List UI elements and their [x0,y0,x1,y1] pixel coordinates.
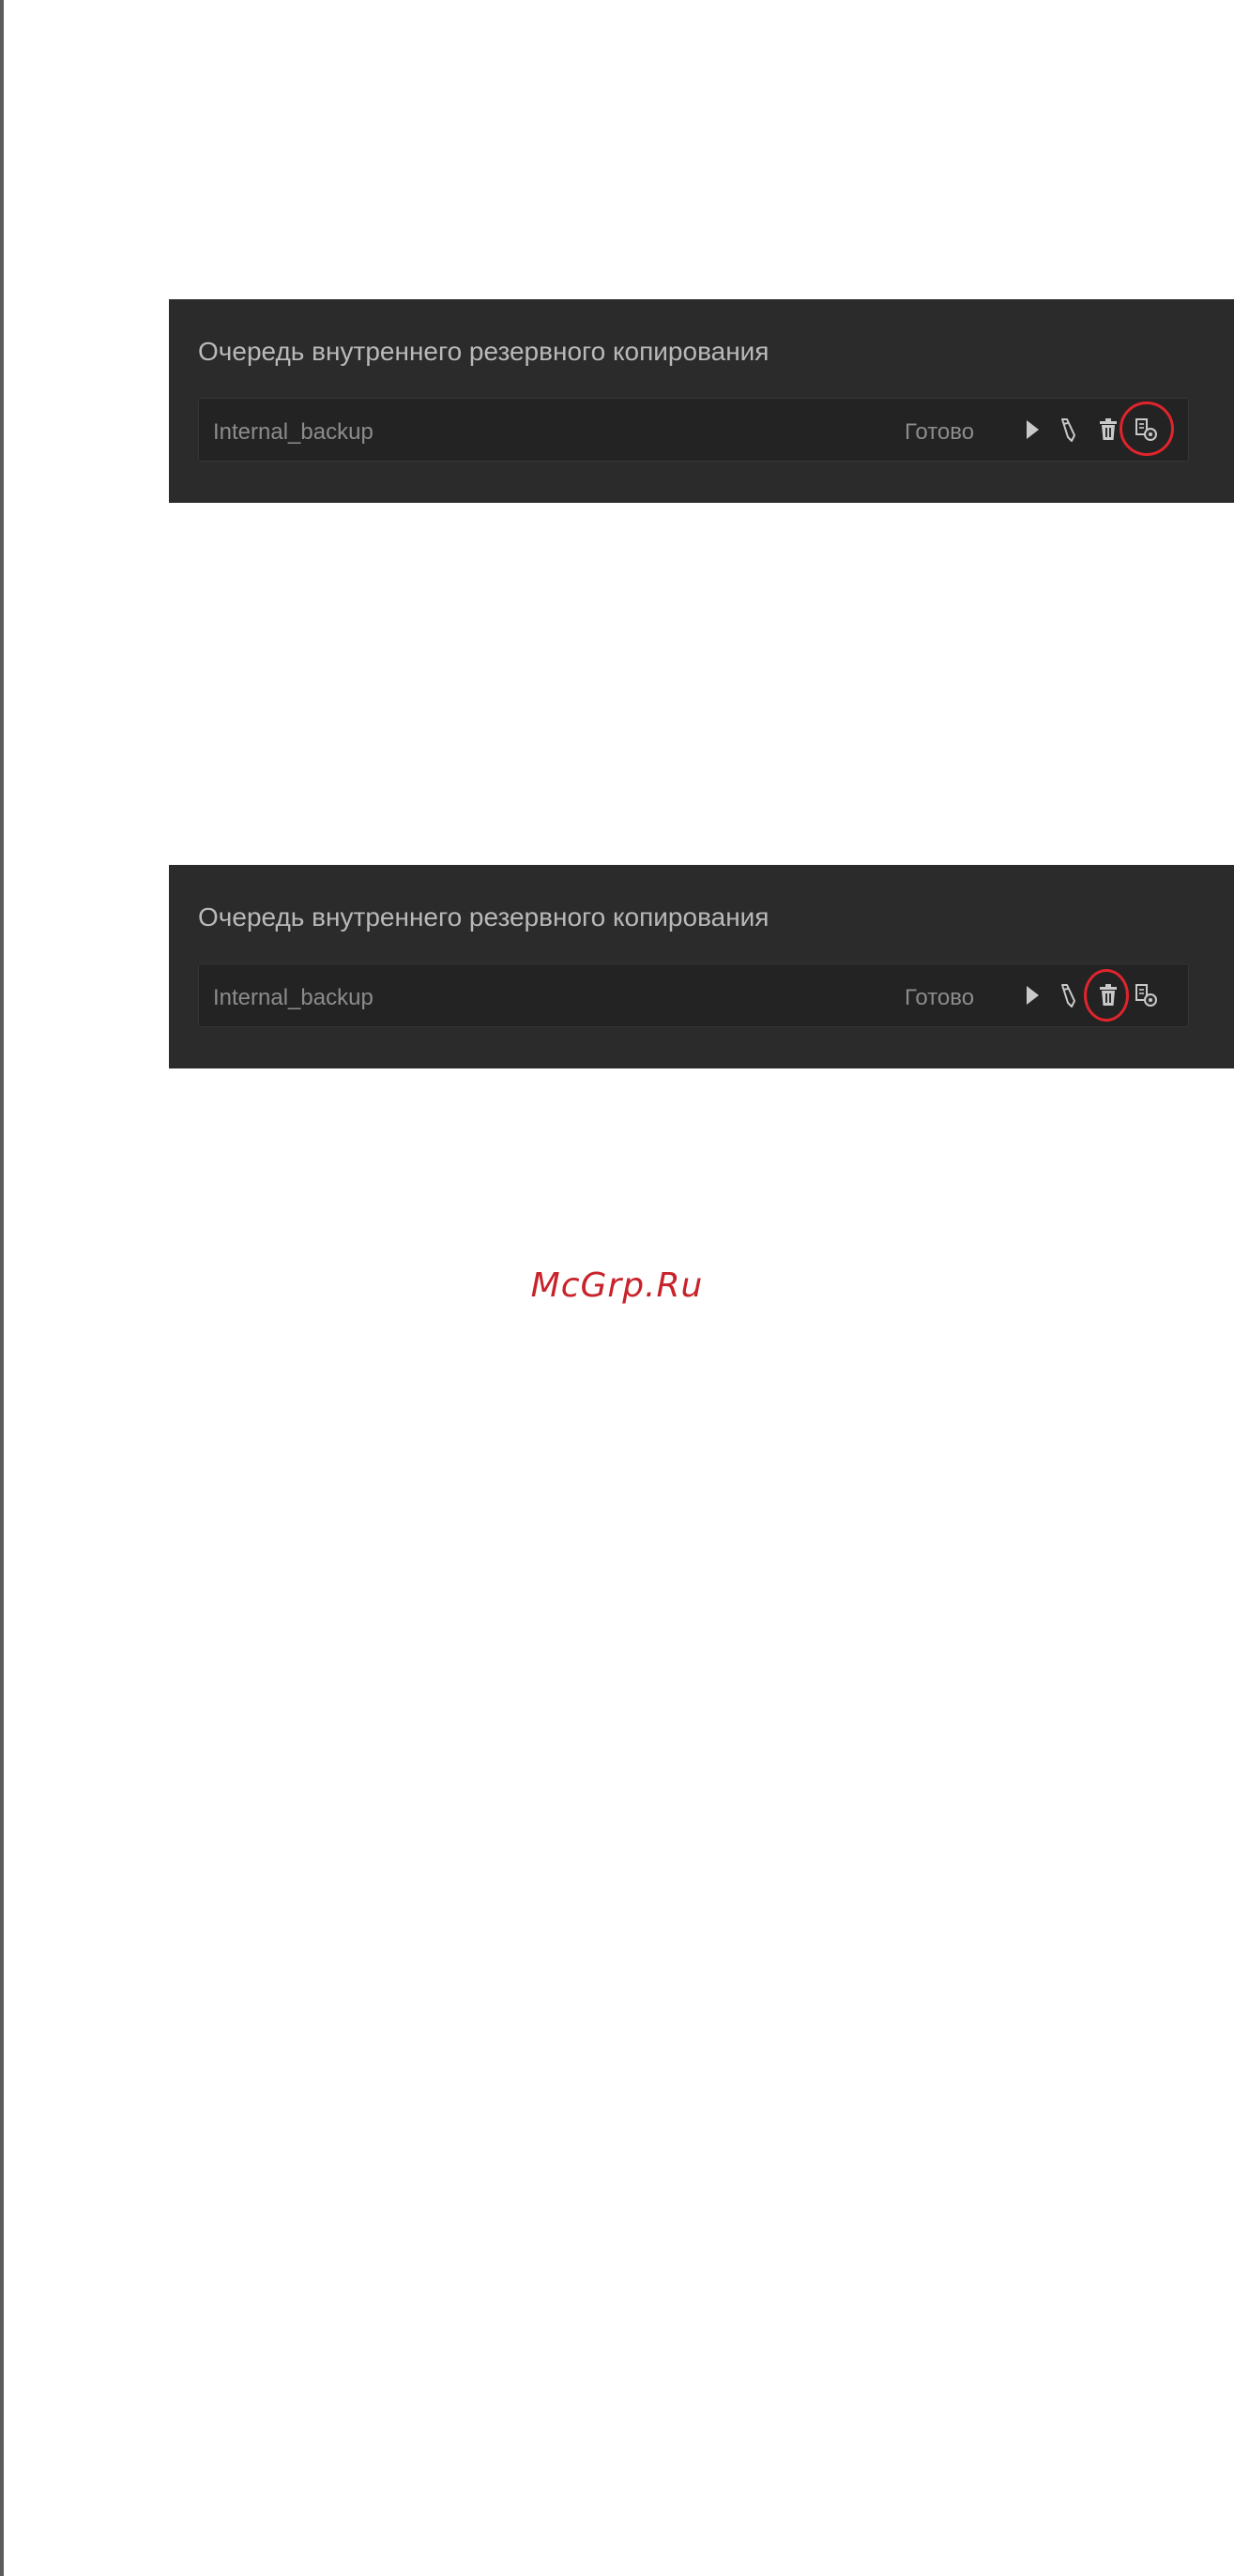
job-status: Готово [905,985,975,1010]
job-name: Internal_backup [213,985,373,1010]
run-button[interactable] [1015,978,1049,1012]
play-icon [1027,420,1039,439]
restore-button[interactable] [1120,402,1174,456]
watermark: McGrp.Ru [530,1266,704,1305]
pencil-icon [1061,984,1075,1008]
panel-title: Очередь внутреннего резервного копирован… [198,337,769,366]
backup-job-row[interactable]: Internal_backup Готово [198,398,1189,462]
trash-icon [1100,418,1117,440]
restore-button[interactable] [1129,978,1163,1012]
backup-queue-panel: Очередь внутреннего резервного копирован… [169,299,1234,503]
restore-document-icon [1135,984,1157,1007]
delete-button[interactable] [1084,969,1129,1022]
panel-title: Очередь внутреннего резервного копирован… [198,902,769,932]
run-button[interactable] [1015,413,1049,447]
backup-job-row[interactable]: Internal_backup Готово [198,963,1189,1027]
edit-button[interactable] [1051,978,1085,1012]
delete-button[interactable] [1091,413,1125,447]
backup-queue-panel: Очередь внутреннего резервного копирован… [169,865,1234,1068]
trash-icon [1100,984,1117,1006]
edit-button[interactable] [1051,413,1085,447]
pencil-icon [1061,418,1075,442]
restore-document-icon [1135,418,1157,441]
job-name: Internal_backup [213,419,373,445]
job-status: Готово [905,419,975,445]
play-icon [1027,986,1039,1005]
